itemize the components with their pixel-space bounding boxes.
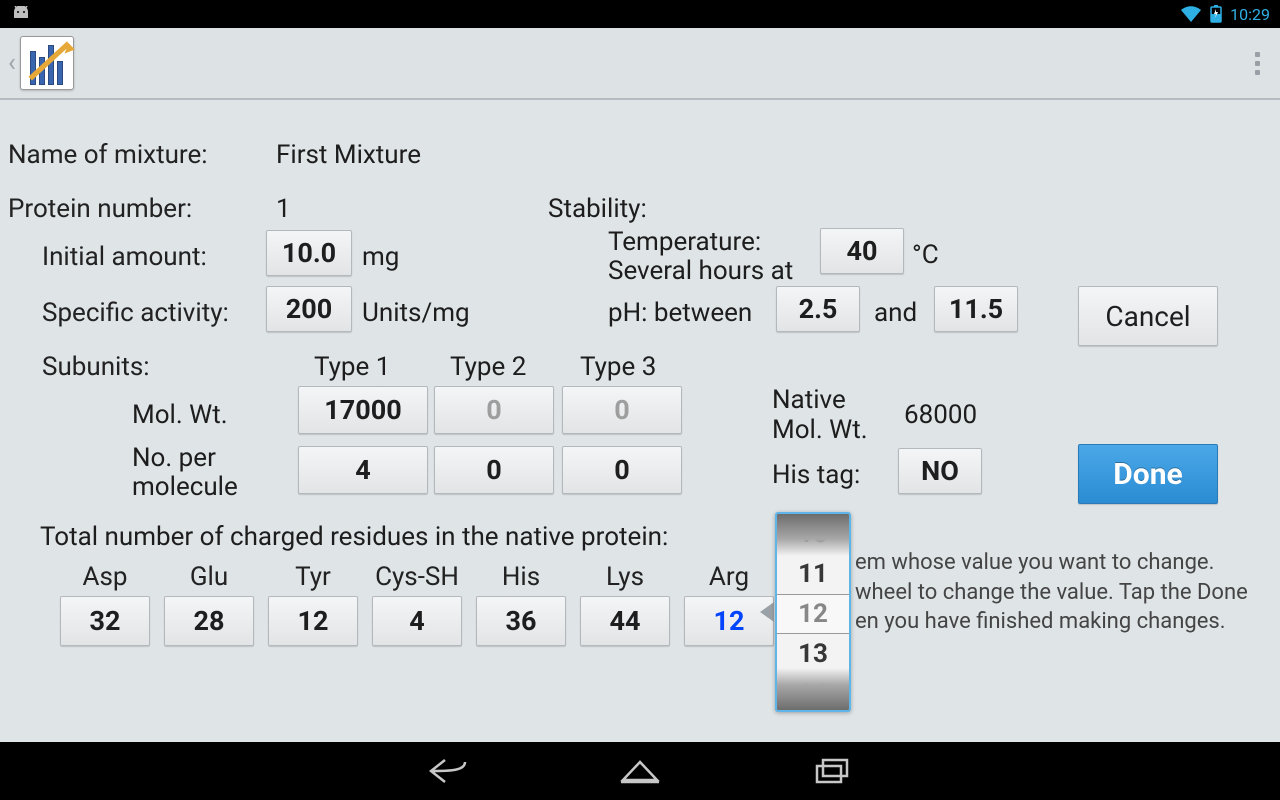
action-bar: ‹ xyxy=(0,28,1280,100)
type3-header: Type 3 xyxy=(580,352,656,382)
wheel-item[interactable]: 14 xyxy=(777,674,849,712)
residue-glu-header: Glu xyxy=(190,562,228,592)
android-nav-bar xyxy=(0,742,1280,800)
molwt-type2-field[interactable]: 0 xyxy=(434,386,554,434)
number-picker-wheel[interactable]: 10 11 12 13 14 xyxy=(775,512,851,712)
specific-activity-unit: Units/mg xyxy=(362,298,470,328)
stability-label: Stability: xyxy=(548,194,647,224)
initial-amount-label: Initial amount: xyxy=(42,242,207,272)
wifi-icon xyxy=(1180,5,1202,23)
initial-amount-field[interactable]: 10.0 xyxy=(266,230,352,276)
residue-cys-header: Cys-SH xyxy=(375,562,459,592)
ph-high-field[interactable]: 11.5 xyxy=(934,286,1018,332)
wheel-pointer-icon xyxy=(760,602,774,622)
done-button[interactable]: Done xyxy=(1078,444,1218,504)
npm-label: No. permolecule xyxy=(132,444,238,501)
protein-number-value: 1 xyxy=(276,194,291,224)
temperature-unit: °C xyxy=(912,240,939,270)
overflow-menu-button[interactable] xyxy=(1242,52,1272,75)
npm-type1-field[interactable]: 4 xyxy=(298,446,428,494)
native-molwt-value: 68000 xyxy=(904,400,977,430)
residue-tyr-field[interactable]: 12 xyxy=(268,596,358,646)
subunits-label: Subunits: xyxy=(42,352,150,382)
molwt-type1-field[interactable]: 17000 xyxy=(298,386,428,434)
android-icon xyxy=(10,6,32,22)
histag-field[interactable]: NO xyxy=(898,448,982,494)
npm-type3-field[interactable]: 0 xyxy=(562,446,682,494)
nav-home-button[interactable] xyxy=(614,753,666,789)
clock: 10:29 xyxy=(1230,5,1270,24)
wheel-item[interactable]: 13 xyxy=(777,634,849,674)
android-status-bar: 10:29 xyxy=(0,0,1280,28)
residues-label: Total number of charged residues in the … xyxy=(40,522,668,552)
name-label: Name of mixture: xyxy=(8,140,208,170)
histag-label: His tag: xyxy=(772,460,860,490)
residue-asp-field[interactable]: 32 xyxy=(60,596,150,646)
residue-lys-field[interactable]: 44 xyxy=(580,596,670,646)
temperature-field[interactable]: 40 xyxy=(820,228,904,274)
nav-recent-button[interactable] xyxy=(806,753,858,789)
initial-amount-unit: mg xyxy=(362,242,399,272)
app-icon[interactable] xyxy=(20,36,74,90)
wheel-item[interactable]: 11 xyxy=(777,554,849,594)
type1-header: Type 1 xyxy=(314,352,390,382)
residue-his-header: His xyxy=(502,562,540,592)
residue-lys-header: Lys xyxy=(606,562,644,592)
residue-tyr-header: Tyr xyxy=(295,562,331,592)
ph-label: pH: between xyxy=(608,298,752,328)
molwt-type3-field[interactable]: 0 xyxy=(562,386,682,434)
molwt-label: Mol. Wt. xyxy=(132,400,228,430)
help-text: em whose value you want to change. wheel… xyxy=(855,548,1260,637)
residue-glu-field[interactable]: 28 xyxy=(164,596,254,646)
specific-activity-field[interactable]: 200 xyxy=(266,286,352,332)
wheel-item[interactable]: 10 xyxy=(777,514,849,554)
residue-cys-field[interactable]: 4 xyxy=(372,596,462,646)
protein-number-label: Protein number: xyxy=(8,194,192,224)
native-molwt-label: NativeMol. Wt. xyxy=(772,386,868,446)
battery-charging-icon xyxy=(1210,5,1222,23)
specific-activity-label: Specific activity: xyxy=(42,298,229,328)
nav-back-button[interactable] xyxy=(422,753,474,789)
residue-arg-header: Arg xyxy=(709,562,749,592)
ph-and: and xyxy=(874,298,917,328)
back-button[interactable]: ‹ xyxy=(8,48,16,78)
name-value: First Mixture xyxy=(276,140,421,170)
residue-his-field[interactable]: 36 xyxy=(476,596,566,646)
residue-bar: Asp 32 Glu 28 Tyr 12 Cys-SH 4 His 36 Lys 44 Ar… xyxy=(60,562,774,646)
type2-header: Type 2 xyxy=(450,352,526,382)
residue-asp-header: Asp xyxy=(83,562,128,592)
form-content: Name of mixture: First Mixture Protein n… xyxy=(0,100,1280,742)
temperature-label: Temperature:Several hours at xyxy=(608,228,793,285)
ph-low-field[interactable]: 2.5 xyxy=(776,286,860,332)
cancel-button[interactable]: Cancel xyxy=(1078,286,1218,346)
npm-type2-field[interactable]: 0 xyxy=(434,446,554,494)
